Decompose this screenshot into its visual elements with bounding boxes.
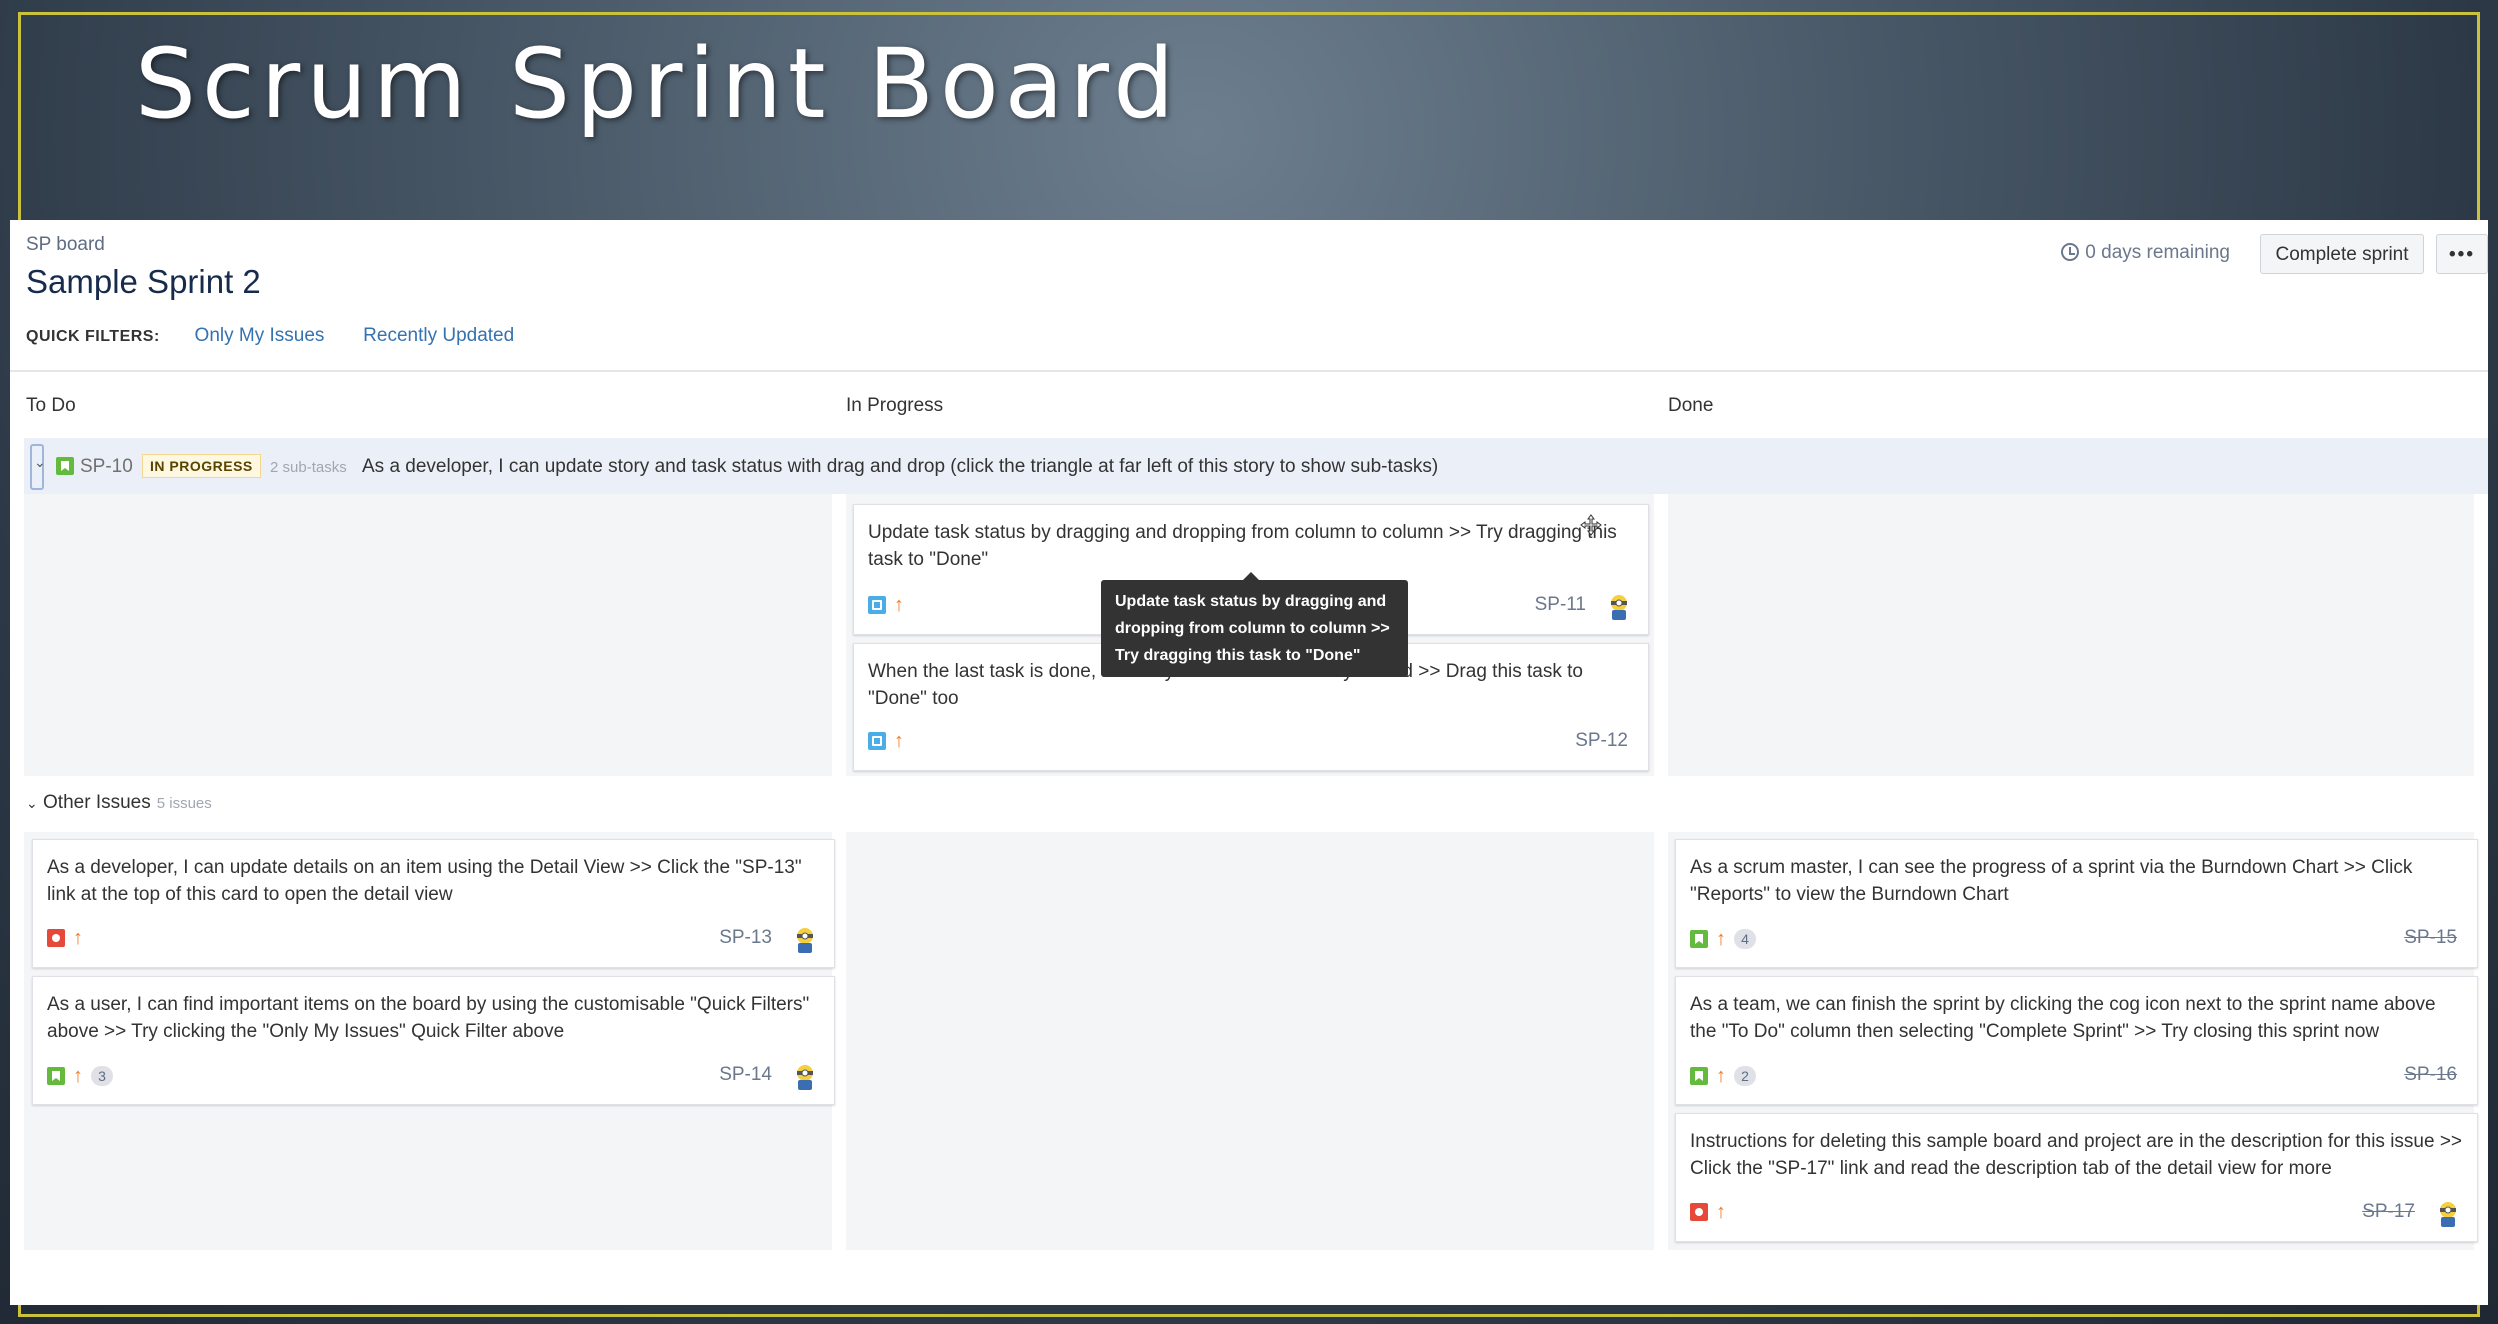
- issue-card-sp-17[interactable]: Instructions for deleting this sample bo…: [1675, 1113, 2478, 1242]
- quick-filters-label: QUICK FILTERS:: [26, 328, 160, 345]
- card-summary: Instructions for deleting this sample bo…: [1690, 1131, 2463, 1179]
- card-key[interactable]: SP-15: [2404, 927, 2457, 949]
- column-header-in-progress: In Progress: [846, 395, 944, 416]
- other-lane-in-progress[interactable]: [846, 832, 1654, 1250]
- days-remaining-label: 0 days remaining: [2085, 242, 2230, 263]
- bug-icon: [1690, 1203, 1708, 1221]
- priority-high-icon: ↑: [894, 730, 904, 752]
- task-icon: [868, 732, 886, 750]
- other-issues-swimlane-header[interactable]: ⌄ Other Issues 5 issues: [26, 792, 212, 814]
- jira-board: SP board Sample Sprint 2 QUICK FILTERS: …: [10, 220, 2488, 1305]
- chevron-down-icon[interactable]: ⌄: [34, 454, 46, 471]
- card-key[interactable]: SP-12: [1575, 730, 1628, 752]
- status-badge: IN PROGRESS: [142, 454, 261, 478]
- story-lane-todo[interactable]: [24, 494, 832, 776]
- card-summary: As a developer, I can update details on …: [47, 857, 802, 905]
- other-issues-label: Other Issues: [43, 792, 151, 813]
- other-issues-count: 5 issues: [156, 795, 212, 812]
- clock-icon: [2061, 243, 2080, 261]
- priority-high-icon: ↑: [1716, 1201, 1726, 1223]
- card-tooltip: Update task status by dragging and dropp…: [1101, 572, 1408, 677]
- column-header-done: Done: [1668, 395, 1714, 416]
- issue-card-sp-14[interactable]: As a user, I can find important items on…: [32, 976, 835, 1105]
- story-swimlane-header[interactable]: ⌄ SP-10 IN PROGRESS 2 sub-tasks As a dev…: [24, 438, 2488, 494]
- subtask-badge: 2: [1734, 1066, 1756, 1086]
- card-key[interactable]: SP-14: [719, 1064, 772, 1086]
- subtask-badge: 3: [91, 1066, 113, 1086]
- task-icon: [868, 596, 886, 614]
- issue-card-sp-15[interactable]: As a scrum master, I can see the progres…: [1675, 839, 2478, 968]
- card-key[interactable]: SP-17: [2362, 1201, 2415, 1223]
- priority-high-icon: ↑: [894, 594, 904, 616]
- story-key[interactable]: SP-10: [80, 456, 133, 478]
- issue-card-sp-13[interactable]: As a developer, I can update details on …: [32, 839, 835, 968]
- priority-high-icon: ↑: [73, 927, 83, 949]
- card-key[interactable]: SP-11: [1535, 594, 1586, 616]
- subtask-count: 2 sub-tasks: [270, 459, 347, 476]
- card-icons: ↑ 4: [1690, 929, 1756, 949]
- sprint-title: Sample Sprint 2: [26, 263, 261, 300]
- story-icon: [47, 1067, 65, 1085]
- avatar: [2440, 1202, 2456, 1227]
- quick-filters: QUICK FILTERS: Only My Issues Recently U…: [26, 325, 514, 347]
- card-icons: ↑ 2: [1690, 1066, 1756, 1086]
- breadcrumb[interactable]: SP board: [26, 234, 105, 256]
- card-icons: ↑: [47, 927, 83, 949]
- card-key[interactable]: SP-16: [2404, 1064, 2457, 1086]
- days-remaining: 0 days remaining: [2061, 242, 2230, 264]
- card-icons: ↑: [868, 730, 904, 752]
- story-summary: As a developer, I can update story and t…: [362, 456, 1439, 477]
- story-icon: [1690, 1067, 1708, 1085]
- priority-high-icon: ↑: [73, 1065, 83, 1087]
- slide-title: Scrum Sprint Board: [135, 28, 1181, 140]
- priority-high-icon: ↑: [1716, 1065, 1726, 1087]
- more-actions-button[interactable]: •••: [2436, 234, 2488, 274]
- card-summary: As a team, we can finish the sprint by c…: [1690, 994, 2436, 1042]
- story-lane-done[interactable]: [1668, 494, 2474, 776]
- avatar: [797, 928, 813, 953]
- sprint-actions: 0 days remaining Complete sprint •••: [1888, 234, 2488, 274]
- card-icons: ↑ 3: [47, 1066, 113, 1086]
- bug-icon: [47, 929, 65, 947]
- move-cursor-icon: [1580, 514, 1602, 536]
- subtask-badge: 4: [1734, 929, 1756, 949]
- story-icon: [1690, 930, 1708, 948]
- avatar: [1611, 595, 1627, 620]
- card-icons: ↑: [868, 594, 904, 616]
- filter-only-my-issues[interactable]: Only My Issues: [195, 325, 325, 346]
- issue-card-sp-16[interactable]: As a team, we can finish the sprint by c…: [1675, 976, 2478, 1105]
- card-icons: ↑: [1690, 1201, 1726, 1223]
- complete-sprint-button[interactable]: Complete sprint: [2260, 234, 2424, 274]
- chevron-down-icon[interactable]: ⌄: [26, 795, 38, 811]
- card-summary: As a scrum master, I can see the progres…: [1690, 857, 2413, 905]
- story-icon: [56, 457, 74, 475]
- card-summary: As a user, I can find important items on…: [47, 994, 810, 1042]
- avatar: [797, 1065, 813, 1090]
- priority-high-icon: ↑: [1716, 928, 1726, 950]
- column-header-todo: To Do: [26, 395, 76, 416]
- card-summary: Update task status by dragging and dropp…: [868, 522, 1617, 570]
- header-divider: [10, 370, 2488, 372]
- card-key[interactable]: SP-13: [719, 927, 772, 949]
- filter-recently-updated[interactable]: Recently Updated: [363, 325, 514, 346]
